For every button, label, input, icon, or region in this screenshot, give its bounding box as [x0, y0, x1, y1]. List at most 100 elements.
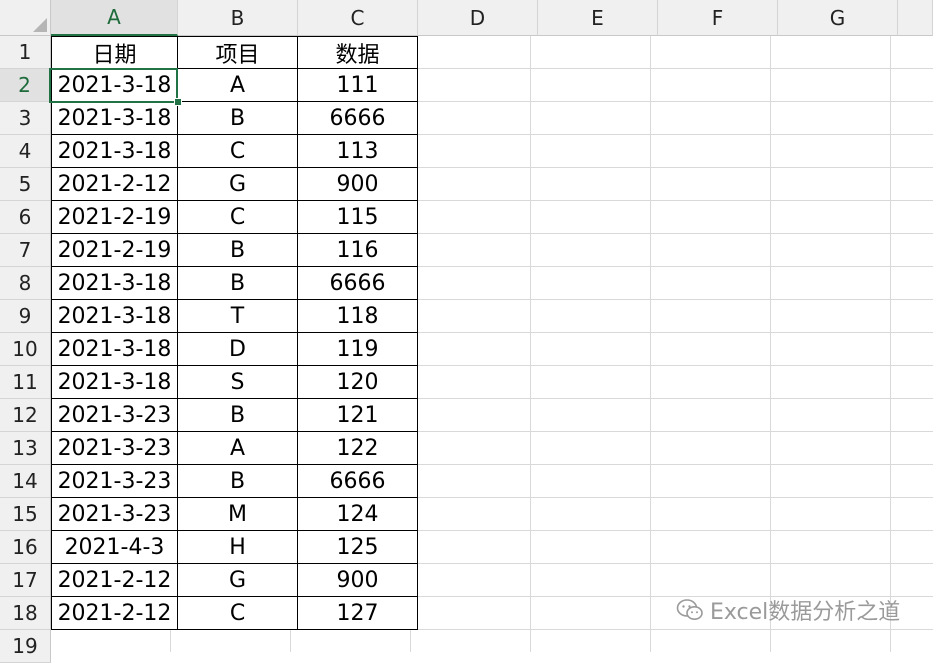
cell-A18[interactable]: 2021-2-12 — [51, 597, 178, 630]
column-header-F[interactable]: F — [658, 0, 778, 36]
cell-B1[interactable]: 项目 — [178, 36, 298, 69]
table-header-row: 日期 项目 数据 — [51, 36, 418, 69]
cell-B5[interactable]: G — [178, 168, 298, 201]
cell-B15[interactable]: M — [178, 498, 298, 531]
row-header-16[interactable]: 16 — [0, 531, 51, 564]
cell-A16[interactable]: 2021-4-3 — [51, 531, 178, 564]
row-header-4[interactable]: 4 — [0, 135, 51, 168]
column-header-C[interactable]: C — [298, 0, 418, 36]
cell-C6[interactable]: 115 — [298, 201, 418, 234]
cell-C12[interactable]: 121 — [298, 399, 418, 432]
cell-C16[interactable]: 125 — [298, 531, 418, 564]
cell-A1[interactable]: 日期 — [51, 36, 178, 69]
cell-A2[interactable]: 2021-3-18 — [51, 69, 178, 102]
column-header-D[interactable]: D — [418, 0, 538, 36]
table-row: 2021-3-23 A 122 — [51, 432, 418, 465]
cell-C18[interactable]: 127 — [298, 597, 418, 630]
table-row: 2021-4-3 H 125 — [51, 531, 418, 564]
row-header-3[interactable]: 3 — [0, 102, 51, 135]
cell-B7[interactable]: B — [178, 234, 298, 267]
cell-B12[interactable]: B — [178, 399, 298, 432]
cell-B17[interactable]: G — [178, 564, 298, 597]
cell-B13[interactable]: A — [178, 432, 298, 465]
cell-A10[interactable]: 2021-3-18 — [51, 333, 178, 366]
row-header-10[interactable]: 10 — [0, 333, 51, 366]
cell-A8[interactable]: 2021-3-18 — [51, 267, 178, 300]
cell-A17[interactable]: 2021-2-12 — [51, 564, 178, 597]
cell-C10[interactable]: 119 — [298, 333, 418, 366]
cell-C11[interactable]: 120 — [298, 366, 418, 399]
table-row: 2021-3-18 D 119 — [51, 333, 418, 366]
cell-B10[interactable]: D — [178, 333, 298, 366]
cell-C1[interactable]: 数据 — [298, 36, 418, 69]
cell-C8[interactable]: 6666 — [298, 267, 418, 300]
cell-A3[interactable]: 2021-3-18 — [51, 102, 178, 135]
row-header-2[interactable]: 2 — [0, 69, 51, 102]
row-header-18[interactable]: 18 — [0, 597, 51, 630]
cell-B8[interactable]: B — [178, 267, 298, 300]
cell-A4[interactable]: 2021-3-18 — [51, 135, 178, 168]
cell-B16[interactable]: H — [178, 531, 298, 564]
cell-B18[interactable]: C — [178, 597, 298, 630]
cell-C5[interactable]: 900 — [298, 168, 418, 201]
cell-A7[interactable]: 2021-2-19 — [51, 234, 178, 267]
cell-C17[interactable]: 900 — [298, 564, 418, 597]
column-header-E[interactable]: E — [538, 0, 658, 36]
cell-C7[interactable]: 116 — [298, 234, 418, 267]
cell-A5[interactable]: 2021-2-12 — [51, 168, 178, 201]
column-header-H-partial[interactable] — [898, 0, 933, 36]
table-row: 2021-2-19 B 116 — [51, 234, 418, 267]
row-header-11[interactable]: 11 — [0, 366, 51, 399]
table-row: 2021-3-18 T 118 — [51, 300, 418, 333]
cell-A6[interactable]: 2021-2-19 — [51, 201, 178, 234]
cell-C3[interactable]: 6666 — [298, 102, 418, 135]
cell-B3[interactable]: B — [178, 102, 298, 135]
table-row: 2021-2-12 G 900 — [51, 564, 418, 597]
cell-A14[interactable]: 2021-3-23 — [51, 465, 178, 498]
row-header-7[interactable]: 7 — [0, 234, 51, 267]
cell-B11[interactable]: S — [178, 366, 298, 399]
row-header-17[interactable]: 17 — [0, 564, 51, 597]
cell-C4[interactable]: 113 — [298, 135, 418, 168]
row-header-5[interactable]: 5 — [0, 168, 51, 201]
select-all-button[interactable] — [0, 0, 51, 36]
row-header-19[interactable]: 19 — [0, 630, 51, 663]
table-row: 2021-3-18 S 120 — [51, 366, 418, 399]
select-all-triangle-icon — [33, 18, 47, 32]
row-header-12[interactable]: 12 — [0, 399, 51, 432]
cell-C2[interactable]: 111 — [298, 69, 418, 102]
watermark: Excel数据分析之道 — [676, 594, 900, 626]
cell-B9[interactable]: T — [178, 300, 298, 333]
table-row: 2021-3-23 M 124 — [51, 498, 418, 531]
wechat-icon — [676, 599, 703, 620]
cell-A15[interactable]: 2021-3-23 — [51, 498, 178, 531]
table-row: 2021-3-18 A 111 — [51, 69, 418, 102]
table-row: 2021-3-18 B 6666 — [51, 267, 418, 300]
spreadsheet: A B C D E F G 1 2 3 4 5 6 7 8 9 10 11 12… — [0, 0, 933, 663]
cell-A9[interactable]: 2021-3-18 — [51, 300, 178, 333]
fill-handle[interactable] — [174, 98, 182, 106]
column-header-G[interactable]: G — [778, 0, 898, 36]
row-header-6[interactable]: 6 — [0, 201, 51, 234]
row-header-1[interactable]: 1 — [0, 36, 51, 69]
table-row: 2021-2-12 G 900 — [51, 168, 418, 201]
cell-A12[interactable]: 2021-3-23 — [51, 399, 178, 432]
cell-B6[interactable]: C — [178, 201, 298, 234]
row-header-8[interactable]: 8 — [0, 267, 51, 300]
cell-A11[interactable]: 2021-3-18 — [51, 366, 178, 399]
cell-B14[interactable]: B — [178, 465, 298, 498]
row-header-9[interactable]: 9 — [0, 300, 51, 333]
row-header-14[interactable]: 14 — [0, 465, 51, 498]
cell-C9[interactable]: 118 — [298, 300, 418, 333]
cell-B2[interactable]: A — [178, 69, 298, 102]
cell-C14[interactable]: 6666 — [298, 465, 418, 498]
cell-C15[interactable]: 124 — [298, 498, 418, 531]
row-header-15[interactable]: 15 — [0, 498, 51, 531]
cell-C13[interactable]: 122 — [298, 432, 418, 465]
cell-B4[interactable]: C — [178, 135, 298, 168]
row-header-13[interactable]: 13 — [0, 432, 51, 465]
column-header-B[interactable]: B — [178, 0, 298, 36]
cell-A13[interactable]: 2021-3-23 — [51, 432, 178, 465]
table-row: 2021-3-18 C 113 — [51, 135, 418, 168]
column-header-A[interactable]: A — [51, 0, 178, 36]
